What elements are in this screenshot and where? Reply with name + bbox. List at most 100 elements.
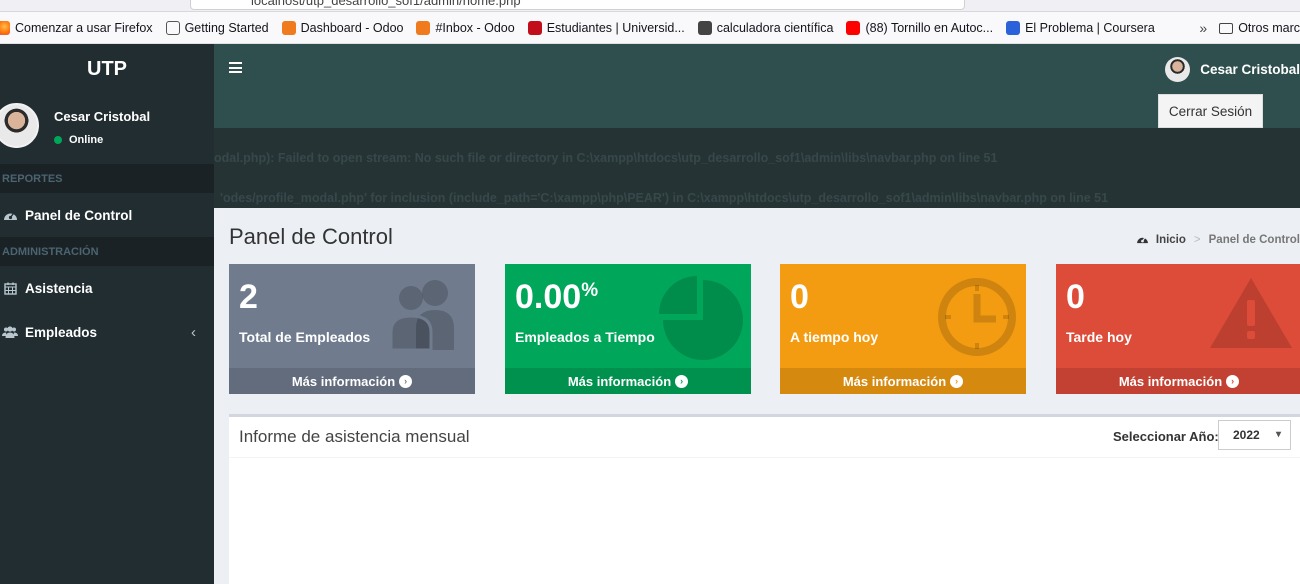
breadcrumb-separator: > [1193,234,1201,246]
sidebar-item-asistencia[interactable]: Asistencia [0,266,214,310]
bookmarks-bar: Comenzar a usar Firefox Getting Started … [0,12,1300,44]
error-line: odal.php): Failed to open stream: No suc… [214,151,998,165]
sidebar-item-panel-de-control[interactable]: Panel de Control [0,193,214,237]
brand-logo[interactable]: UTP [0,44,214,94]
bookmark-label: Dashboard - Odoo [300,20,404,35]
status-text: Online [69,134,104,146]
more-info-link[interactable]: Más información › [780,368,1026,394]
avatar [1165,57,1191,82]
bookmark-label: Estudiantes | Universid... [546,20,685,35]
year-select-label: Seleccionar Año: [1113,429,1219,444]
panel-divider [229,457,1300,458]
top-navbar: Cesar Cristobal Cerrar Sesión [214,44,1300,128]
sidebar-item-label: Asistencia [25,280,93,296]
coursera-icon [1006,20,1021,35]
bookmark-youtube[interactable]: (88) Tornillo en Autoc... [846,20,994,35]
stat-value: 0 [790,278,809,316]
clock-icon [936,276,1018,363]
folder-icon [1219,22,1234,34]
stat-value: 2 [239,278,258,316]
calendar-icon [2,281,18,295]
navbar-user-name: Cesar Cristobal [1200,62,1300,77]
online-dot-icon [54,136,62,144]
globe-icon [165,20,180,35]
stat-box-total-empleados: 2 Total de Empleados Más información › [229,264,475,394]
user-panel: Cesar Cristobal Online [0,94,214,164]
stat-label: Empleados a Tiempo [515,329,655,345]
warning-icon [1208,276,1294,355]
bookmark-firefox[interactable]: Comenzar a usar Firefox [0,20,153,35]
bookmark-inbox-odoo[interactable]: #Inbox - Odoo [416,20,515,35]
error-messages: odal.php): Failed to open stream: No suc… [214,128,1300,208]
stat-box-tarde-hoy: 0 Tarde hoy Más información › [1056,264,1300,394]
bookmark-label: (88) Tornillo en Autoc... [865,20,994,35]
more-info-label: Más información [1118,373,1223,389]
breadcrumb-active: Panel de Control [1208,234,1300,246]
error-line: 'odes/profile_modal.php' for inclusion (… [220,191,1109,205]
bookmark-getting-started[interactable]: Getting Started [165,20,269,35]
stat-value: 0.00% [515,278,599,316]
users-icon [383,276,467,355]
more-info-label: Más información [842,373,947,389]
stat-value: 0 [1066,278,1085,316]
stat-label: Total de Empleados [239,329,371,345]
dashboard-icon [2,208,18,222]
bookmark-calculadora[interactable]: calculadora científica [697,20,834,35]
arrow-circle-right-icon: › [950,374,964,388]
bookmark-label: #Inbox - Odoo [435,20,515,35]
bookmark-estudiantes[interactable]: Estudiantes | Universid... [527,20,685,35]
user-name: Cesar Cristobal [54,109,151,124]
calculator-icon [697,20,712,35]
bookmark-label: Getting Started [184,20,269,35]
stat-box-empleados-a-tiempo: 0.00% Empleados a Tiempo Más información… [505,264,751,394]
more-info-label: Más información [567,373,672,389]
arrow-circle-right-icon: › [675,374,689,388]
users-icon [2,325,18,339]
bookmark-dashboard-odoo[interactable]: Dashboard - Odoo [281,20,404,35]
avatar [0,103,39,148]
menu-toggle-icon[interactable] [229,62,242,73]
more-info-link[interactable]: Más información › [1056,368,1300,394]
browser-toolbar: localhost/utp_desarrollo_sof1/admin/home… [0,0,1300,12]
stat-label: A tiempo hoy [790,329,879,345]
bookmarks-overflow: » Otros marc [1193,12,1300,43]
bookmark-label: calculadora científica [716,20,834,35]
chevron-left-icon: ‹ [191,323,196,341]
firefox-icon [0,20,10,35]
other-bookmarks-label[interactable]: Otros marc [1238,21,1300,35]
utp-icon [527,20,542,35]
attendance-report-panel: Informe de asistencia mensual Selecciona… [229,414,1300,584]
more-info-link[interactable]: Más información › [505,368,751,394]
chevron-down-icon: ▾ [1275,429,1281,440]
odoo-icon [416,20,431,35]
breadcrumb-home[interactable]: Inicio [1156,234,1186,246]
chevron-right-icon[interactable]: » [1199,20,1207,36]
pie-chart-icon [659,276,743,365]
bookmark-label: Comenzar a usar Firefox [15,20,153,35]
main-content: Panel de Control Inicio > Panel de Contr… [214,208,1300,584]
more-info-link[interactable]: Más información › [229,368,475,394]
breadcrumb: Inicio > Panel de Control [1136,233,1300,247]
more-info-label: Más información [291,373,396,389]
logout-button[interactable]: Cerrar Sesión [1158,94,1263,128]
sidebar-header-reportes: REPORTES [0,164,214,193]
sidebar-item-label: Empleados [25,324,98,340]
youtube-icon [846,20,861,35]
bookmark-label: El Problema | Coursera [1025,20,1155,35]
arrow-circle-right-icon: › [399,374,413,388]
navbar-user-menu[interactable]: Cesar Cristobal [1165,57,1300,82]
sidebar-header-administracion: ADMINISTRACIÓN [0,237,214,266]
year-select[interactable]: 2022 ▾ [1218,420,1291,450]
sidebar: UTP Cesar Cristobal Online REPORTES Pane… [0,44,214,584]
page-title: Panel de Control [229,224,393,249]
arrow-circle-right-icon: › [1226,374,1240,388]
sidebar-item-empleados[interactable]: Empleados ‹ [0,310,214,354]
panel-title: Informe de asistencia mensual [239,427,470,446]
url-bar[interactable]: localhost/utp_desarrollo_sof1/admin/home… [190,0,965,10]
bookmark-coursera[interactable]: El Problema | Coursera [1006,20,1155,35]
user-status: Online [54,134,103,146]
odoo-icon [281,20,296,35]
year-select-value: 2022 [1233,428,1260,442]
sidebar-item-label: Panel de Control [25,207,133,223]
stat-label: Tarde hoy [1066,329,1132,345]
